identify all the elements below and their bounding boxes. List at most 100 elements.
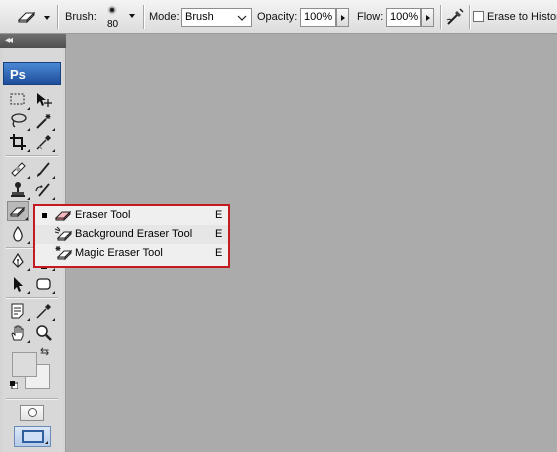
crop-icon bbox=[10, 134, 26, 150]
logo-text: Ps bbox=[10, 67, 26, 82]
flyout-item-label: Eraser Tool bbox=[75, 209, 131, 221]
eyedropper-tool[interactable] bbox=[33, 132, 55, 152]
eyedropper-icon bbox=[36, 304, 51, 319]
flyout-item-label: Magic Eraser Tool bbox=[75, 247, 163, 259]
water-drop-icon bbox=[13, 225, 23, 242]
brush-tool[interactable] bbox=[33, 159, 55, 179]
eyedropper-icon bbox=[36, 135, 51, 150]
divider bbox=[6, 398, 58, 399]
submenu-indicator bbox=[52, 176, 55, 179]
submenu-indicator bbox=[27, 197, 30, 200]
flyout-item-eraser-tool[interactable]: Eraser Tool E bbox=[35, 206, 228, 225]
move-icon bbox=[37, 93, 52, 107]
submenu-indicator bbox=[27, 241, 30, 244]
crop-tool[interactable] bbox=[8, 132, 30, 152]
flow-slider-button[interactable] bbox=[421, 8, 434, 27]
marquee-icon bbox=[10, 93, 25, 105]
divider bbox=[143, 5, 144, 29]
history-brush-icon bbox=[35, 183, 50, 197]
screen-mode-button[interactable] bbox=[14, 426, 51, 447]
submenu-indicator bbox=[52, 197, 55, 200]
path-selection-tool[interactable] bbox=[8, 274, 30, 294]
submenu-indicator bbox=[52, 128, 55, 131]
default-colors-icon[interactable] bbox=[10, 381, 18, 389]
zoom-tool[interactable] bbox=[33, 323, 55, 343]
stamp-icon bbox=[11, 182, 25, 197]
flyout-item-magic-eraser-tool[interactable]: Magic Eraser Tool E bbox=[35, 244, 228, 263]
healing-brush-tool[interactable] bbox=[8, 159, 30, 179]
tool-preset-picker[interactable] bbox=[6, 5, 50, 29]
pen-tool[interactable] bbox=[8, 251, 30, 271]
note-icon bbox=[11, 303, 24, 319]
airbrush-toggle[interactable] bbox=[444, 6, 466, 28]
blur-tool[interactable] bbox=[8, 224, 30, 244]
chevron-down-icon bbox=[237, 15, 247, 21]
flyout-item-background-eraser-tool[interactable]: Background Eraser Tool E bbox=[35, 225, 228, 244]
eraser-icon bbox=[54, 210, 72, 222]
submenu-indicator bbox=[27, 149, 30, 152]
hand-tool[interactable] bbox=[8, 323, 30, 343]
submenu-indicator bbox=[52, 291, 55, 294]
flyout-item-label: Background Eraser Tool bbox=[75, 228, 193, 240]
submenu-indicator bbox=[27, 128, 30, 131]
magnifier-icon bbox=[36, 325, 52, 341]
flow-input[interactable]: 100% bbox=[386, 8, 421, 27]
submenu-indicator bbox=[52, 318, 55, 321]
history-brush-tool[interactable] bbox=[33, 180, 55, 200]
mode-value: Brush bbox=[185, 11, 214, 23]
selected-bullet-icon bbox=[42, 213, 47, 218]
divider bbox=[6, 155, 58, 156]
options-bar: Brush: 80 Mode: Brush Opacity: 100% Flow… bbox=[0, 0, 557, 34]
chevron-right-icon bbox=[341, 15, 345, 21]
tools-panel-header[interactable]: ◂◂ bbox=[0, 34, 66, 48]
eraser-tool[interactable] bbox=[7, 201, 29, 221]
pen-icon bbox=[12, 252, 24, 268]
lasso-icon bbox=[11, 113, 27, 128]
submenu-indicator bbox=[25, 217, 28, 220]
screen-mode-icon bbox=[22, 430, 44, 443]
erase-to-history-checkbox[interactable] bbox=[473, 11, 484, 22]
submenu-indicator bbox=[52, 268, 55, 271]
submenu-indicator bbox=[45, 441, 48, 444]
background-eraser-icon bbox=[54, 226, 73, 242]
move-tool[interactable] bbox=[33, 90, 55, 110]
opacity-input[interactable]: 100% bbox=[300, 8, 336, 27]
opacity-slider-button[interactable] bbox=[336, 8, 349, 27]
opacity-value: 100% bbox=[304, 11, 333, 23]
photoshop-logo[interactable]: Ps bbox=[3, 62, 61, 85]
foreground-color-swatch[interactable] bbox=[12, 352, 37, 377]
chevron-down-icon bbox=[44, 16, 50, 20]
bandage-icon bbox=[11, 162, 26, 177]
divider bbox=[440, 5, 441, 29]
eraser-tools-flyout: Eraser Tool E Background Eraser Tool E M… bbox=[33, 204, 230, 268]
marquee-tool[interactable] bbox=[8, 90, 30, 110]
submenu-indicator bbox=[27, 268, 30, 271]
rounded-rectangle-icon bbox=[36, 278, 51, 290]
submenu-indicator bbox=[27, 318, 30, 321]
lasso-tool[interactable] bbox=[8, 111, 30, 131]
flow-label: Flow: bbox=[357, 11, 384, 23]
mode-label: Mode: bbox=[149, 11, 180, 23]
chevron-down-icon bbox=[129, 14, 135, 18]
opacity-label: Opacity: bbox=[257, 11, 298, 23]
magic-wand-tool[interactable] bbox=[33, 111, 55, 131]
notes-tool[interactable] bbox=[8, 301, 30, 321]
quick-mask-button[interactable] bbox=[20, 405, 44, 421]
chevron-right-icon bbox=[426, 15, 430, 21]
erase-to-history-label[interactable]: Erase to History bbox=[487, 11, 557, 23]
brush-picker[interactable]: 80 bbox=[103, 4, 137, 31]
submenu-indicator bbox=[27, 176, 30, 179]
submenu-indicator bbox=[27, 291, 30, 294]
clone-stamp-tool[interactable] bbox=[8, 180, 30, 200]
flow-value: 100% bbox=[390, 11, 419, 23]
flyout-item-shortcut: E bbox=[215, 247, 223, 259]
brush-size: 80 bbox=[107, 19, 119, 30]
mode-select[interactable]: Brush bbox=[181, 8, 252, 27]
divider bbox=[57, 5, 58, 29]
collapse-arrows-icon[interactable]: ◂◂ bbox=[5, 35, 13, 47]
color-sampler-tool[interactable] bbox=[33, 301, 55, 321]
brush-tip-icon bbox=[110, 8, 114, 12]
eraser-icon bbox=[17, 11, 36, 24]
swap-colors-icon[interactable]: ⇆ bbox=[40, 347, 49, 358]
shape-tool[interactable] bbox=[33, 274, 55, 294]
